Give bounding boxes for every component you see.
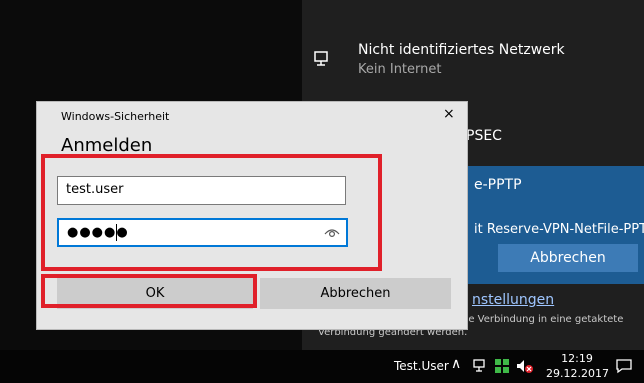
network-settings-link[interactable]: nstellungen: [472, 292, 554, 308]
show-hidden-icons-chevron-icon[interactable]: ∧: [451, 356, 461, 372]
network-status: Kein Internet: [358, 62, 442, 77]
vpn-ipsec-item[interactable]: PSEC: [466, 128, 502, 144]
notification-center-icon[interactable]: [615, 358, 633, 374]
vpn-cancel-button[interactable]: Abbrechen: [498, 244, 638, 272]
dialog-title: Windows-Sicherheit: [61, 110, 170, 123]
vpn-connecting-text: it Reserve-VPN-NetFile-PPTP: [474, 222, 644, 237]
network-item[interactable]: Nicht identifiziertes Netzwerk Kein Inte…: [312, 40, 642, 84]
taskbar: Test.User ∧ 12:19 29.12.2017: [0, 350, 644, 383]
credentials-highlight-box: [41, 154, 382, 271]
network-title: Nicht identifiziertes Netzwerk: [358, 42, 565, 58]
dialog-heading: Anmelden: [61, 135, 153, 156]
security-shield-icon[interactable]: [494, 358, 510, 374]
volume-muted-icon[interactable]: [516, 358, 534, 374]
taskbar-user[interactable]: Test.User: [394, 359, 449, 373]
ok-highlight-box: [41, 274, 257, 308]
clock-date[interactable]: 29.12.2017: [546, 367, 609, 380]
cancel-button[interactable]: Abbrechen: [260, 278, 451, 309]
clock-time[interactable]: 12:19: [552, 352, 602, 365]
network-computer-icon: [314, 51, 328, 66]
vpn-pptp-label: e-PPTP: [474, 177, 522, 193]
vpn-pptp-item[interactable]: e-PPTP it Reserve-VPN-NetFile-PPTP Abbre…: [462, 166, 644, 284]
close-icon[interactable]: ×: [443, 106, 455, 122]
network-tray-icon[interactable]: [472, 358, 488, 374]
